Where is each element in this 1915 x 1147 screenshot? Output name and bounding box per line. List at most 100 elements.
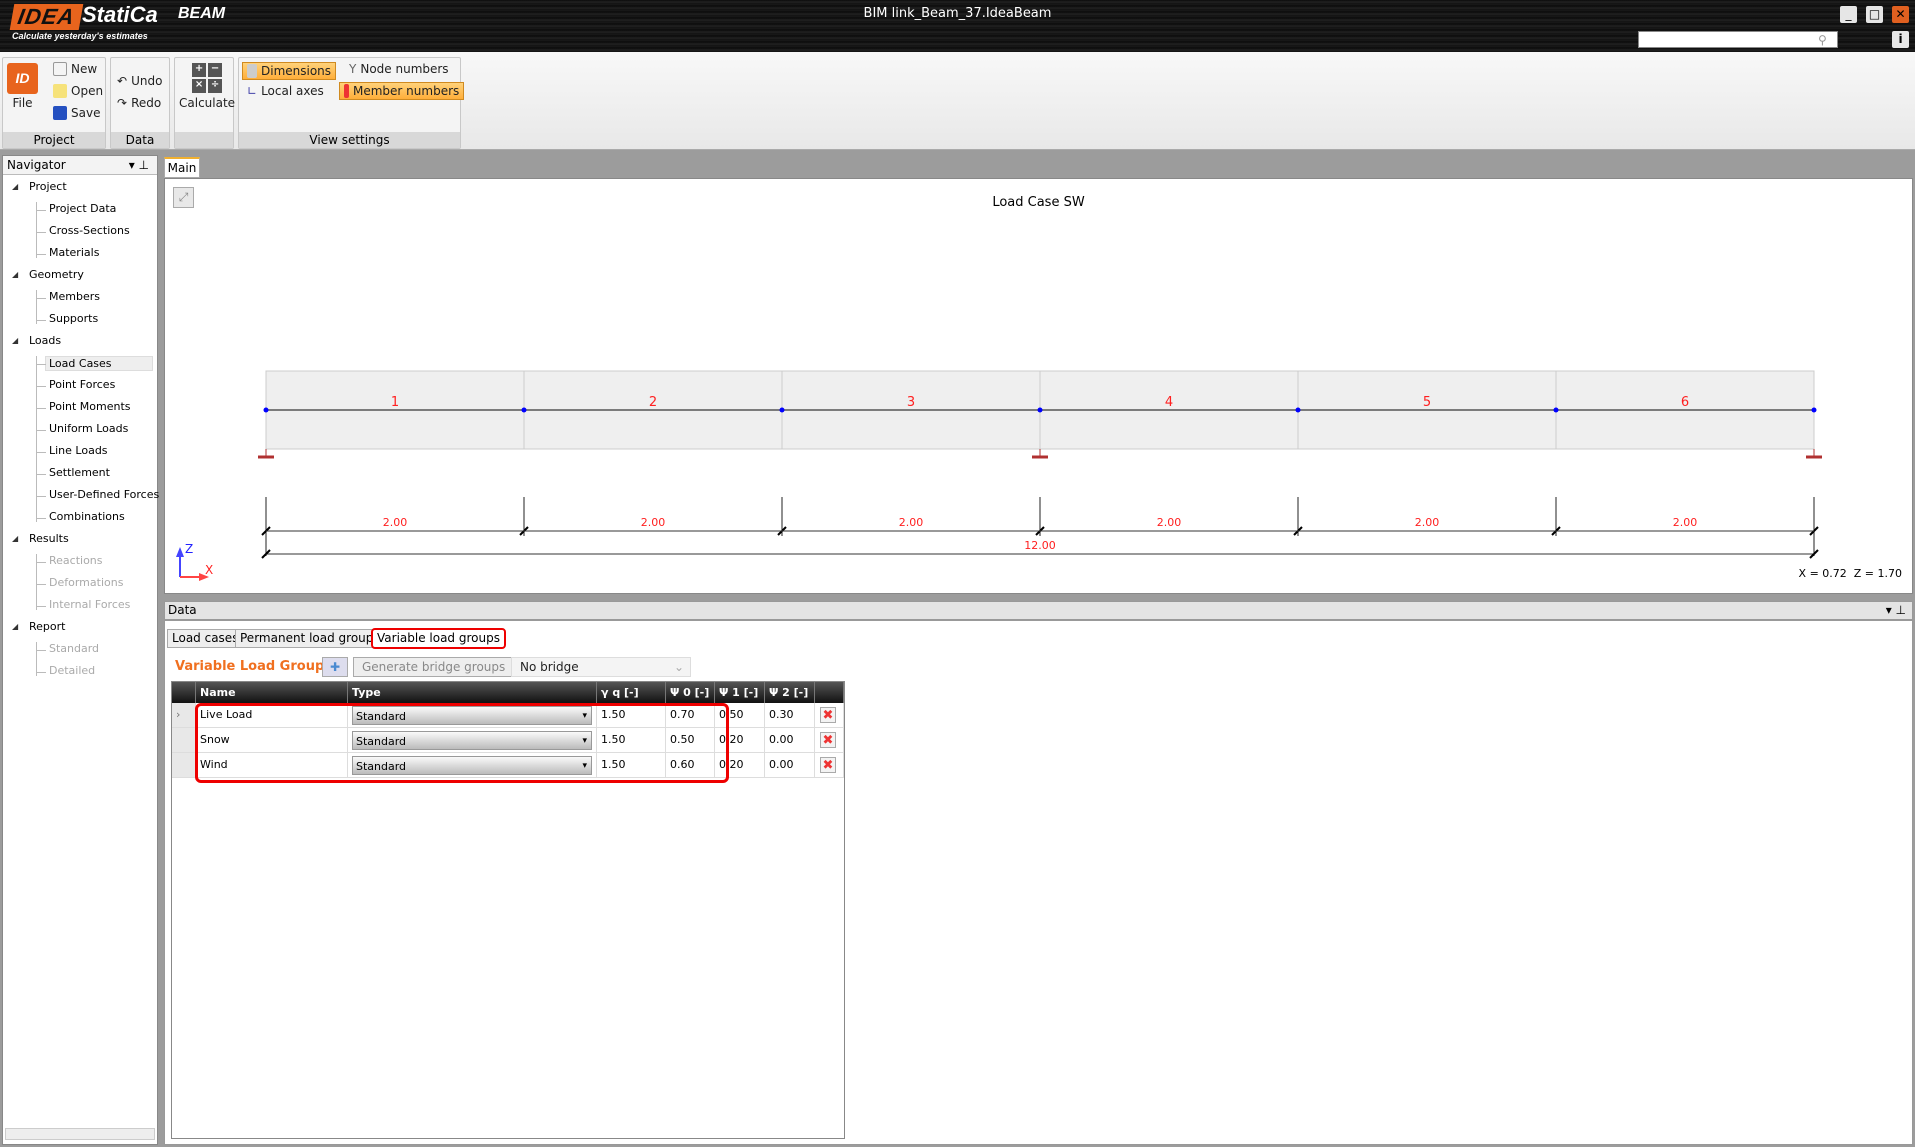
expand-icon[interactable]: ◢ — [12, 182, 18, 191]
tree-connector — [37, 364, 46, 365]
nav-item[interactable]: Materials — [49, 246, 99, 259]
tab-load-cases[interactable]: Load cases — [167, 629, 244, 648]
node-numbers-toggle[interactable]: Y Node numbers — [349, 62, 449, 76]
nav-item[interactable]: Standard — [49, 642, 99, 655]
plus-icon: ✚ — [329, 660, 341, 674]
row-selector[interactable] — [172, 753, 196, 778]
column-header[interactable]: Ψ 2 [-] — [765, 682, 815, 703]
member-number: 1 — [391, 395, 399, 410]
pin-icon[interactable]: ▾ ⊥ — [129, 156, 149, 175]
open-button[interactable]: Open — [53, 84, 103, 98]
tab-main[interactable]: Main — [164, 157, 200, 178]
nav-item[interactable]: Deformations — [49, 576, 123, 589]
nav-group[interactable]: Results — [29, 532, 69, 545]
nav-item[interactable]: Line Loads — [49, 444, 108, 457]
tree-connector — [37, 408, 46, 409]
axis-x-label: X — [205, 563, 213, 577]
pin-icon[interactable]: ▾ ⊥ — [1886, 602, 1906, 619]
nav-group[interactable]: Geometry — [29, 268, 84, 281]
node-icon: Y — [349, 62, 357, 76]
column-header[interactable]: γ q [-] — [597, 682, 666, 703]
generate-bridge-groups-button[interactable]: Generate bridge groups — [353, 657, 515, 677]
axis-z-label: Z — [185, 542, 193, 556]
member-numbers-toggle[interactable]: Member numbers — [339, 82, 465, 100]
tab-variable-load-groups[interactable]: Variable load groups — [371, 628, 506, 649]
row-selector[interactable] — [172, 728, 196, 753]
add-button[interactable]: ✚ — [322, 657, 348, 677]
column-header — [815, 682, 844, 703]
span-dimension: 2.00 — [1673, 516, 1698, 529]
info-icon[interactable]: i — [1892, 31, 1909, 48]
row-selector[interactable]: › — [172, 703, 196, 728]
nav-item[interactable]: Combinations — [49, 510, 125, 523]
tab-permanent-load-groups[interactable]: Permanent load groups — [235, 629, 385, 648]
nav-item[interactable]: Point Forces — [49, 378, 115, 391]
column-header[interactable]: Type — [348, 682, 597, 703]
horizontal-scrollbar[interactable] — [5, 1128, 155, 1140]
file-button[interactable]: ID File — [7, 63, 38, 110]
p2-cell[interactable]: 0.00 — [765, 728, 815, 753]
nav-group[interactable]: Loads — [29, 334, 61, 347]
nav-item[interactable]: Uniform Loads — [49, 422, 128, 435]
expand-icon[interactable]: ◢ — [12, 336, 18, 345]
highlight-box — [195, 703, 729, 783]
column-header[interactable]: Ψ 0 [-] — [666, 682, 715, 703]
nav-item[interactable]: Load Cases — [45, 356, 153, 371]
beam-drawing: 12.0022.0032.0042.0052.0062.0012.00ZX — [176, 370, 1822, 581]
node — [1037, 407, 1043, 413]
bridge-select[interactable]: No bridge ⌄ — [511, 657, 691, 677]
nav-item[interactable]: Internal Forces — [49, 598, 130, 611]
model-canvas[interactable]: ⤢ Load Case SW 1 2.00 2 2.00 3 2.00 4 2.00 5 2.00… — [164, 178, 1913, 594]
current-row-icon: › — [176, 708, 181, 721]
expand-icon[interactable]: ◢ — [12, 534, 18, 543]
new-button[interactable]: New — [53, 62, 97, 76]
nav-item[interactable]: Project Data — [49, 202, 116, 215]
tree-connector — [37, 606, 46, 607]
nav-item[interactable]: Reactions — [49, 554, 103, 567]
calculate-button[interactable]: + − × ÷ Calculate — [179, 63, 235, 110]
nav-item[interactable]: User-Defined Forces — [49, 488, 159, 501]
nav-item[interactable]: Settlement — [49, 466, 110, 479]
delete-cell: ✖ — [815, 728, 844, 753]
local-axes-toggle[interactable]: ∟ Local axes — [247, 84, 324, 98]
close-button[interactable]: ✕ — [1892, 6, 1909, 23]
expand-icon[interactable]: ◢ — [12, 622, 18, 631]
row-header — [172, 682, 196, 703]
expand-icon[interactable]: ◢ — [12, 270, 18, 279]
search-input[interactable] — [1638, 31, 1838, 48]
minimize-button[interactable]: _ — [1840, 6, 1857, 23]
maximize-button[interactable]: □ — [1866, 6, 1883, 23]
nav-item[interactable]: Members — [49, 290, 100, 303]
p2-cell[interactable]: 0.00 — [765, 753, 815, 778]
undo-icon: ↶ — [117, 74, 128, 88]
slogan: Calculate yesterday's estimates — [12, 31, 148, 41]
nav-item[interactable]: Point Moments — [49, 400, 131, 413]
delete-icon[interactable]: ✖ — [820, 757, 836, 773]
folder-icon — [53, 84, 67, 98]
tree-connector — [37, 430, 46, 431]
node — [1553, 407, 1559, 413]
nav-item[interactable]: Supports — [49, 312, 98, 325]
delete-cell: ✖ — [815, 753, 844, 778]
tree-connector — [37, 232, 46, 233]
nav-item[interactable]: Cross-Sections — [49, 224, 130, 237]
navigator-panel: Navigator ▾ ⊥ ◢ Project Project Data Cross-S… — [2, 155, 159, 1145]
nav-item[interactable]: Detailed — [49, 664, 95, 677]
p2-cell[interactable]: 0.30 — [765, 703, 815, 728]
nav-group[interactable]: Report — [29, 620, 65, 633]
delete-icon[interactable]: ✖ — [820, 732, 836, 748]
span-dimension: 2.00 — [1157, 516, 1182, 529]
span-dimension: 2.00 — [641, 516, 666, 529]
save-button[interactable]: Save — [53, 106, 100, 120]
dimensions-toggle[interactable]: Dimensions — [242, 62, 337, 80]
tree-line — [36, 356, 37, 522]
group-label: Project — [3, 132, 105, 148]
redo-button[interactable]: ↷ Redo — [117, 96, 161, 110]
calculator-icon: + − × ÷ — [192, 63, 223, 93]
nav-group[interactable]: Project — [29, 180, 67, 193]
column-header[interactable]: Name — [196, 682, 348, 703]
column-header[interactable]: Ψ 1 [-] — [715, 682, 765, 703]
delete-icon[interactable]: ✖ — [820, 707, 836, 723]
tree-connector — [37, 452, 46, 453]
undo-button[interactable]: ↶ Undo — [117, 74, 162, 88]
